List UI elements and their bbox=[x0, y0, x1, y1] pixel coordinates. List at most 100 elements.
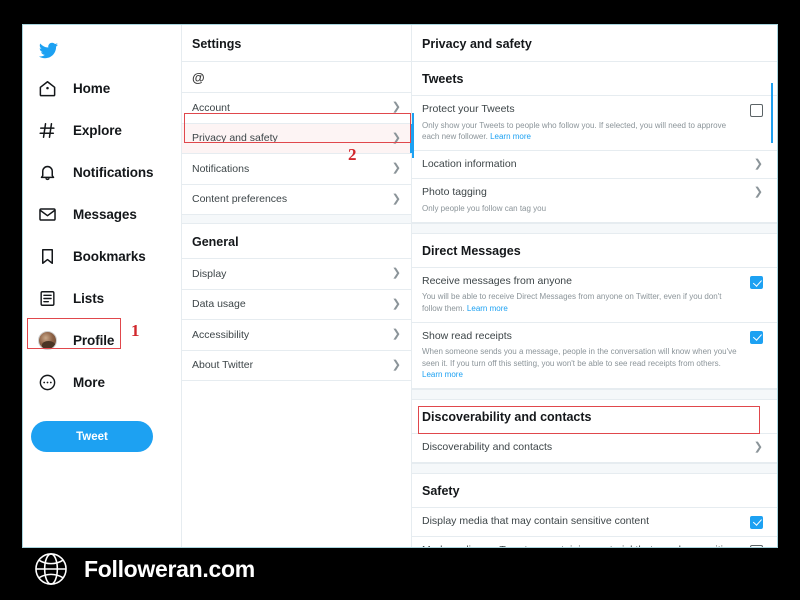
sidebar-item-messages[interactable]: Messages bbox=[23, 193, 181, 235]
section-heading-direct-messages: Direct Messages bbox=[412, 234, 777, 268]
sidebar-item-notifications[interactable]: Notifications bbox=[23, 151, 181, 193]
detail-panel-title: Privacy and safety bbox=[412, 25, 777, 62]
sidebar-item-explore[interactable]: Explore bbox=[23, 109, 181, 151]
option-text-group: Receive messages from anyone You will be… bbox=[422, 275, 740, 315]
settings-item-content-preferences[interactable]: Content preferences ❯ bbox=[182, 184, 411, 215]
learn-more-link[interactable]: Learn more bbox=[422, 370, 463, 379]
option-title: Display media that may contain sensitive… bbox=[422, 514, 650, 527]
checkbox-mark-media-sensitive[interactable] bbox=[750, 544, 763, 547]
settings-item-label: Display bbox=[192, 267, 227, 280]
annotation-number-2: 2 bbox=[348, 145, 357, 164]
option-row-location-information[interactable]: Location information ❯ bbox=[412, 151, 777, 180]
option-text-group: Protect your Tweets Only show your Tweet… bbox=[422, 103, 740, 143]
chevron-right-icon: ❯ bbox=[391, 192, 401, 205]
section-divider-band bbox=[182, 215, 411, 224]
general-section-title: General bbox=[182, 224, 411, 259]
settings-item-about-twitter[interactable]: About Twitter ❯ bbox=[182, 350, 411, 381]
chevron-right-icon: ❯ bbox=[391, 267, 401, 280]
option-title: Location information bbox=[422, 157, 517, 170]
section-divider-band bbox=[412, 462, 777, 474]
settings-item-label: Data usage bbox=[192, 298, 246, 311]
sidebar-item-bookmarks[interactable]: Bookmarks bbox=[23, 235, 181, 277]
checkbox-display-sensitive-media[interactable] bbox=[750, 515, 763, 529]
option-title: Mark media you Tweet as containing mater… bbox=[422, 544, 740, 547]
checkbox-protect-your-tweets[interactable] bbox=[750, 104, 763, 117]
option-description-text: Only show your Tweets to people who foll… bbox=[422, 120, 727, 142]
sidebar-item-label: Explore bbox=[73, 122, 122, 138]
chevron-right-icon: ❯ bbox=[391, 358, 401, 371]
option-text-group: Display media that may contain sensitive… bbox=[422, 515, 740, 529]
option-control bbox=[750, 275, 763, 289]
checkbox-receive-messages-from-anyone[interactable] bbox=[750, 275, 763, 289]
section-divider-band bbox=[412, 222, 777, 234]
sidebar-item-more[interactable]: More bbox=[23, 361, 181, 403]
brand-name: Followeran.com bbox=[84, 555, 255, 582]
section-divider-band bbox=[412, 388, 777, 400]
settings-item-privacy-and-safety[interactable]: Privacy and safety ❯ bbox=[182, 123, 412, 154]
option-row-show-read-receipts[interactable]: Show read receipts When someone sends yo… bbox=[412, 323, 777, 389]
at-symbol-icon: @ bbox=[192, 69, 205, 85]
settings-item-data-usage[interactable]: Data usage ❯ bbox=[182, 289, 411, 320]
option-row-discoverability-and-contacts[interactable]: Discoverability and contacts ❯ bbox=[412, 434, 777, 463]
account-handle-row[interactable]: @ bbox=[182, 62, 411, 93]
option-control: ❯ bbox=[754, 186, 763, 198]
sidebar-item-home[interactable]: Home bbox=[23, 67, 181, 109]
option-control bbox=[750, 103, 763, 117]
option-row-protect-your-tweets[interactable]: Protect your Tweets Only show your Tweet… bbox=[412, 96, 777, 151]
option-row-display-sensitive-media[interactable]: Display media that may contain sensitive… bbox=[412, 508, 777, 537]
settings-item-notifications[interactable]: Notifications ❯ bbox=[182, 154, 411, 185]
sidebar-item-label: Messages bbox=[73, 206, 137, 222]
settings-item-accessibility[interactable]: Accessibility ❯ bbox=[182, 320, 411, 351]
globe-icon bbox=[32, 550, 70, 588]
privacy-safety-detail-panel: Privacy and safety Tweets Protect your T… bbox=[412, 25, 777, 547]
envelope-icon bbox=[37, 204, 58, 225]
settings-list-column: Settings @ Account ❯ Privacy and safety … bbox=[181, 25, 412, 547]
option-text-group: Show read receipts When someone sends yo… bbox=[422, 330, 740, 381]
twitter-app-window: Home Explore Notifications Messages Book… bbox=[22, 24, 778, 548]
settings-item-label: Privacy and safety bbox=[192, 132, 278, 145]
settings-item-account[interactable]: Account ❯ bbox=[182, 93, 411, 124]
bookmark-icon bbox=[37, 246, 58, 267]
option-control bbox=[750, 330, 763, 344]
option-description: Only show your Tweets to people who foll… bbox=[422, 120, 740, 143]
option-title: Receive messages from anyone bbox=[422, 274, 572, 287]
more-ellipsis-icon bbox=[37, 372, 58, 393]
sidebar-navigation: Home Explore Notifications Messages Book… bbox=[23, 25, 181, 547]
settings-item-display[interactable]: Display ❯ bbox=[182, 259, 411, 290]
checkbox-show-read-receipts[interactable] bbox=[750, 330, 763, 344]
sidebar-item-label: Bookmarks bbox=[73, 248, 146, 264]
settings-item-label: Notifications bbox=[192, 162, 250, 175]
sidebar-item-label: Home bbox=[73, 80, 111, 96]
twitter-logo[interactable] bbox=[23, 33, 181, 67]
hashtag-icon bbox=[37, 120, 58, 141]
sidebar-item-lists[interactable]: Lists bbox=[23, 277, 181, 319]
sidebar-item-label: Notifications bbox=[73, 164, 154, 180]
annotation-number-1: 1 bbox=[131, 321, 140, 340]
option-row-mark-media-sensitive[interactable]: Mark media you Tweet as containing mater… bbox=[412, 537, 777, 547]
sidebar-item-label: Profile bbox=[73, 332, 115, 348]
chevron-right-icon: ❯ bbox=[753, 157, 763, 170]
option-control: ❯ bbox=[754, 158, 763, 170]
option-text-group: Discoverability and contacts bbox=[422, 441, 744, 455]
section-heading-tweets: Tweets bbox=[412, 62, 777, 96]
tweet-button[interactable]: Tweet bbox=[31, 421, 153, 452]
avatar bbox=[38, 330, 57, 350]
option-control: ❯ bbox=[754, 441, 763, 453]
section-heading-discoverability: Discoverability and contacts bbox=[412, 400, 777, 434]
learn-more-link[interactable]: Learn more bbox=[490, 132, 531, 141]
option-row-receive-messages-from-anyone[interactable]: Receive messages from anyone You will be… bbox=[412, 268, 777, 323]
option-description: Only people you follow can tag you bbox=[422, 204, 547, 214]
home-icon bbox=[37, 78, 58, 99]
option-row-photo-tagging[interactable]: Photo tagging Only people you follow can… bbox=[412, 179, 777, 223]
option-text-group: Photo tagging Only people you follow can… bbox=[422, 186, 744, 214]
option-title: Photo tagging bbox=[422, 186, 487, 199]
option-text-group: Mark media you Tweet as containing mater… bbox=[422, 544, 740, 547]
avatar-icon bbox=[37, 330, 58, 351]
settings-item-label: Accessibility bbox=[192, 328, 250, 341]
chevron-right-icon: ❯ bbox=[753, 440, 763, 453]
option-control bbox=[750, 515, 763, 529]
sidebar-item-profile[interactable]: Profile bbox=[23, 319, 181, 361]
brand-watermark: Followeran.com bbox=[32, 550, 255, 588]
learn-more-link[interactable]: Learn more bbox=[467, 304, 508, 313]
detail-scroll-area[interactable]: Privacy and safety Tweets Protect your T… bbox=[412, 25, 777, 547]
